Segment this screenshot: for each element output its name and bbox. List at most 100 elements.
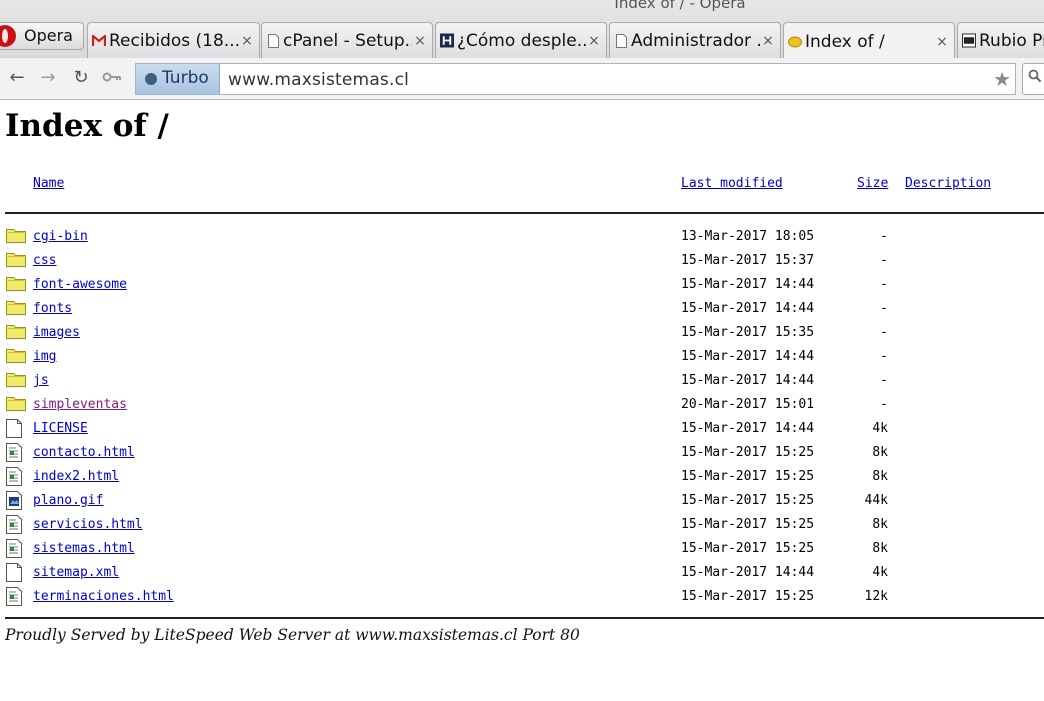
opera-menu-label: Opera — [24, 26, 73, 45]
file-link[interactable]: LICENSE — [33, 421, 88, 436]
file-modified: 15-Mar-2017 15:25 — [681, 445, 815, 460]
folder-icon — [6, 251, 26, 271]
page-icon — [614, 33, 628, 48]
file-row: fonts 15-Mar-2017 14:44 - — [0, 296, 1044, 320]
file-modified: 15-Mar-2017 14:44 — [681, 421, 815, 436]
file-row: img 15-Mar-2017 14:44 - — [0, 344, 1044, 368]
key-icon[interactable] — [101, 68, 123, 90]
tab-label: Recibidos (18... — [109, 30, 239, 51]
tab-rubio[interactable]: Rubio Pr — [957, 22, 1044, 58]
file-row: js 15-Mar-2017 14:44 - — [0, 368, 1044, 392]
file-link[interactable]: images — [33, 325, 80, 340]
h-icon — [440, 33, 454, 48]
file-modified: 15-Mar-2017 14:44 — [681, 373, 815, 388]
file-row: css 15-Mar-2017 15:37 - — [0, 248, 1044, 272]
bookmark-star-icon[interactable]: ★ — [993, 67, 1011, 91]
tab-label: Index of / — [805, 31, 885, 52]
file-link[interactable]: cgi-bin — [33, 229, 88, 244]
image-file-icon — [6, 491, 22, 514]
file-link[interactable]: img — [33, 349, 56, 364]
file-row: LICENSE 15-Mar-2017 14:44 4k — [0, 416, 1044, 440]
file-size: - — [880, 301, 888, 316]
file-link[interactable]: index2.html — [33, 469, 119, 484]
tab-cpanel[interactable]: cPanel - Setup... × — [261, 22, 433, 58]
close-icon[interactable]: × — [760, 33, 776, 49]
file-size: 8k — [872, 517, 888, 532]
file-modified: 13-Mar-2017 18:05 — [681, 229, 815, 244]
search-field[interactable] — [1022, 63, 1044, 95]
sort-by-size-link[interactable]: Size — [857, 176, 888, 191]
tab-label: cPanel - Setup... — [283, 30, 412, 51]
tab-administrador[interactable]: Administrador ... × — [609, 22, 781, 58]
folder-icon — [6, 347, 26, 367]
file-row: index2.html 15-Mar-2017 15:25 8k — [0, 464, 1044, 488]
tab-label: Administrador ... — [631, 30, 760, 51]
file-size: - — [880, 277, 888, 292]
file-row: servicios.html 15-Mar-2017 15:25 8k — [0, 512, 1044, 536]
file-size: 4k — [872, 565, 888, 580]
file-modified: 20-Mar-2017 15:01 — [681, 397, 815, 412]
file-size: - — [880, 397, 888, 412]
file-size: 44k — [864, 493, 888, 508]
folder-icon — [6, 371, 26, 391]
back-icon[interactable]: ← — [6, 68, 28, 90]
tab-index-of-active[interactable]: Index of / × — [783, 22, 955, 58]
reload-icon[interactable]: ↻ — [70, 68, 92, 90]
address-bar[interactable]: Turbo www.maxsistemas.cl ★ — [135, 63, 1016, 95]
sort-by-name-link[interactable]: Name — [33, 176, 64, 191]
close-icon[interactable]: × — [239, 33, 255, 49]
file-link[interactable]: css — [33, 253, 56, 268]
file-row: contacto.html 15-Mar-2017 15:25 8k — [0, 440, 1044, 464]
file-link[interactable]: sitemap.xml — [33, 565, 119, 580]
tab-recibidos[interactable]: Recibidos (18... × — [87, 22, 260, 58]
page-icon — [266, 33, 280, 48]
file-modified: 15-Mar-2017 15:25 — [681, 469, 815, 484]
file-link[interactable]: font-awesome — [33, 277, 127, 292]
file-size: 8k — [872, 541, 888, 556]
file-link[interactable]: fonts — [33, 301, 72, 316]
sort-by-modified-link[interactable]: Last modified — [681, 176, 783, 191]
file-link[interactable]: terminaciones.html — [33, 589, 174, 604]
gmail-icon — [92, 33, 106, 48]
html-file-icon — [6, 443, 22, 466]
turbo-icon — [145, 73, 157, 85]
tab-como-desplegar[interactable]: ¿Cómo desple... × — [435, 22, 607, 58]
file-row: images 15-Mar-2017 15:35 - — [0, 320, 1044, 344]
search-icon — [1028, 69, 1042, 87]
turbo-button[interactable]: Turbo — [136, 64, 220, 94]
folder-icon — [6, 395, 26, 415]
window-title: Index of / - Opera — [614, 0, 746, 12]
file-size: - — [880, 253, 888, 268]
file-row: sitemap.xml 15-Mar-2017 14:44 4k — [0, 560, 1044, 584]
browser-toolbar: ← → ↻ Turbo www.maxsistemas.cl ★ — [0, 58, 1044, 100]
file-modified: 15-Mar-2017 14:44 — [681, 349, 815, 364]
folder-icon — [6, 323, 26, 343]
file-size: 12k — [864, 589, 888, 604]
forward-icon[interactable]: → — [37, 68, 59, 90]
turbo-site-icon — [788, 34, 802, 49]
sort-by-description-link[interactable]: Description — [905, 176, 991, 191]
file-link[interactable]: sistemas.html — [33, 541, 135, 556]
url-input[interactable]: www.maxsistemas.cl — [228, 70, 409, 90]
file-link[interactable]: plano.gif — [33, 493, 103, 508]
close-icon[interactable]: × — [586, 33, 602, 49]
folder-icon — [6, 275, 26, 295]
close-icon[interactable]: × — [412, 33, 428, 49]
file-row: font-awesome 15-Mar-2017 14:44 - — [0, 272, 1044, 296]
file-row: terminaciones.html 15-Mar-2017 15:25 12k — [0, 584, 1044, 608]
file-link[interactable]: servicios.html — [33, 517, 143, 532]
folder-icon — [6, 299, 26, 319]
html-file-icon — [6, 539, 22, 562]
close-icon[interactable]: × — [934, 34, 950, 50]
file-size: - — [880, 349, 888, 364]
tab-label: Rubio Pr — [979, 30, 1044, 51]
file-size: 8k — [872, 445, 888, 460]
file-link[interactable]: contacto.html — [33, 445, 135, 460]
opera-menu-button[interactable]: Opera — [0, 22, 84, 50]
file-modified: 15-Mar-2017 14:44 — [681, 565, 815, 580]
file-row: simpleventas 20-Mar-2017 15:01 - — [0, 392, 1044, 416]
file-link[interactable]: simpleventas — [33, 397, 127, 412]
file-modified: 15-Mar-2017 15:25 — [681, 541, 815, 556]
file-link[interactable]: js — [33, 373, 49, 388]
turbo-label: Turbo — [162, 68, 209, 88]
